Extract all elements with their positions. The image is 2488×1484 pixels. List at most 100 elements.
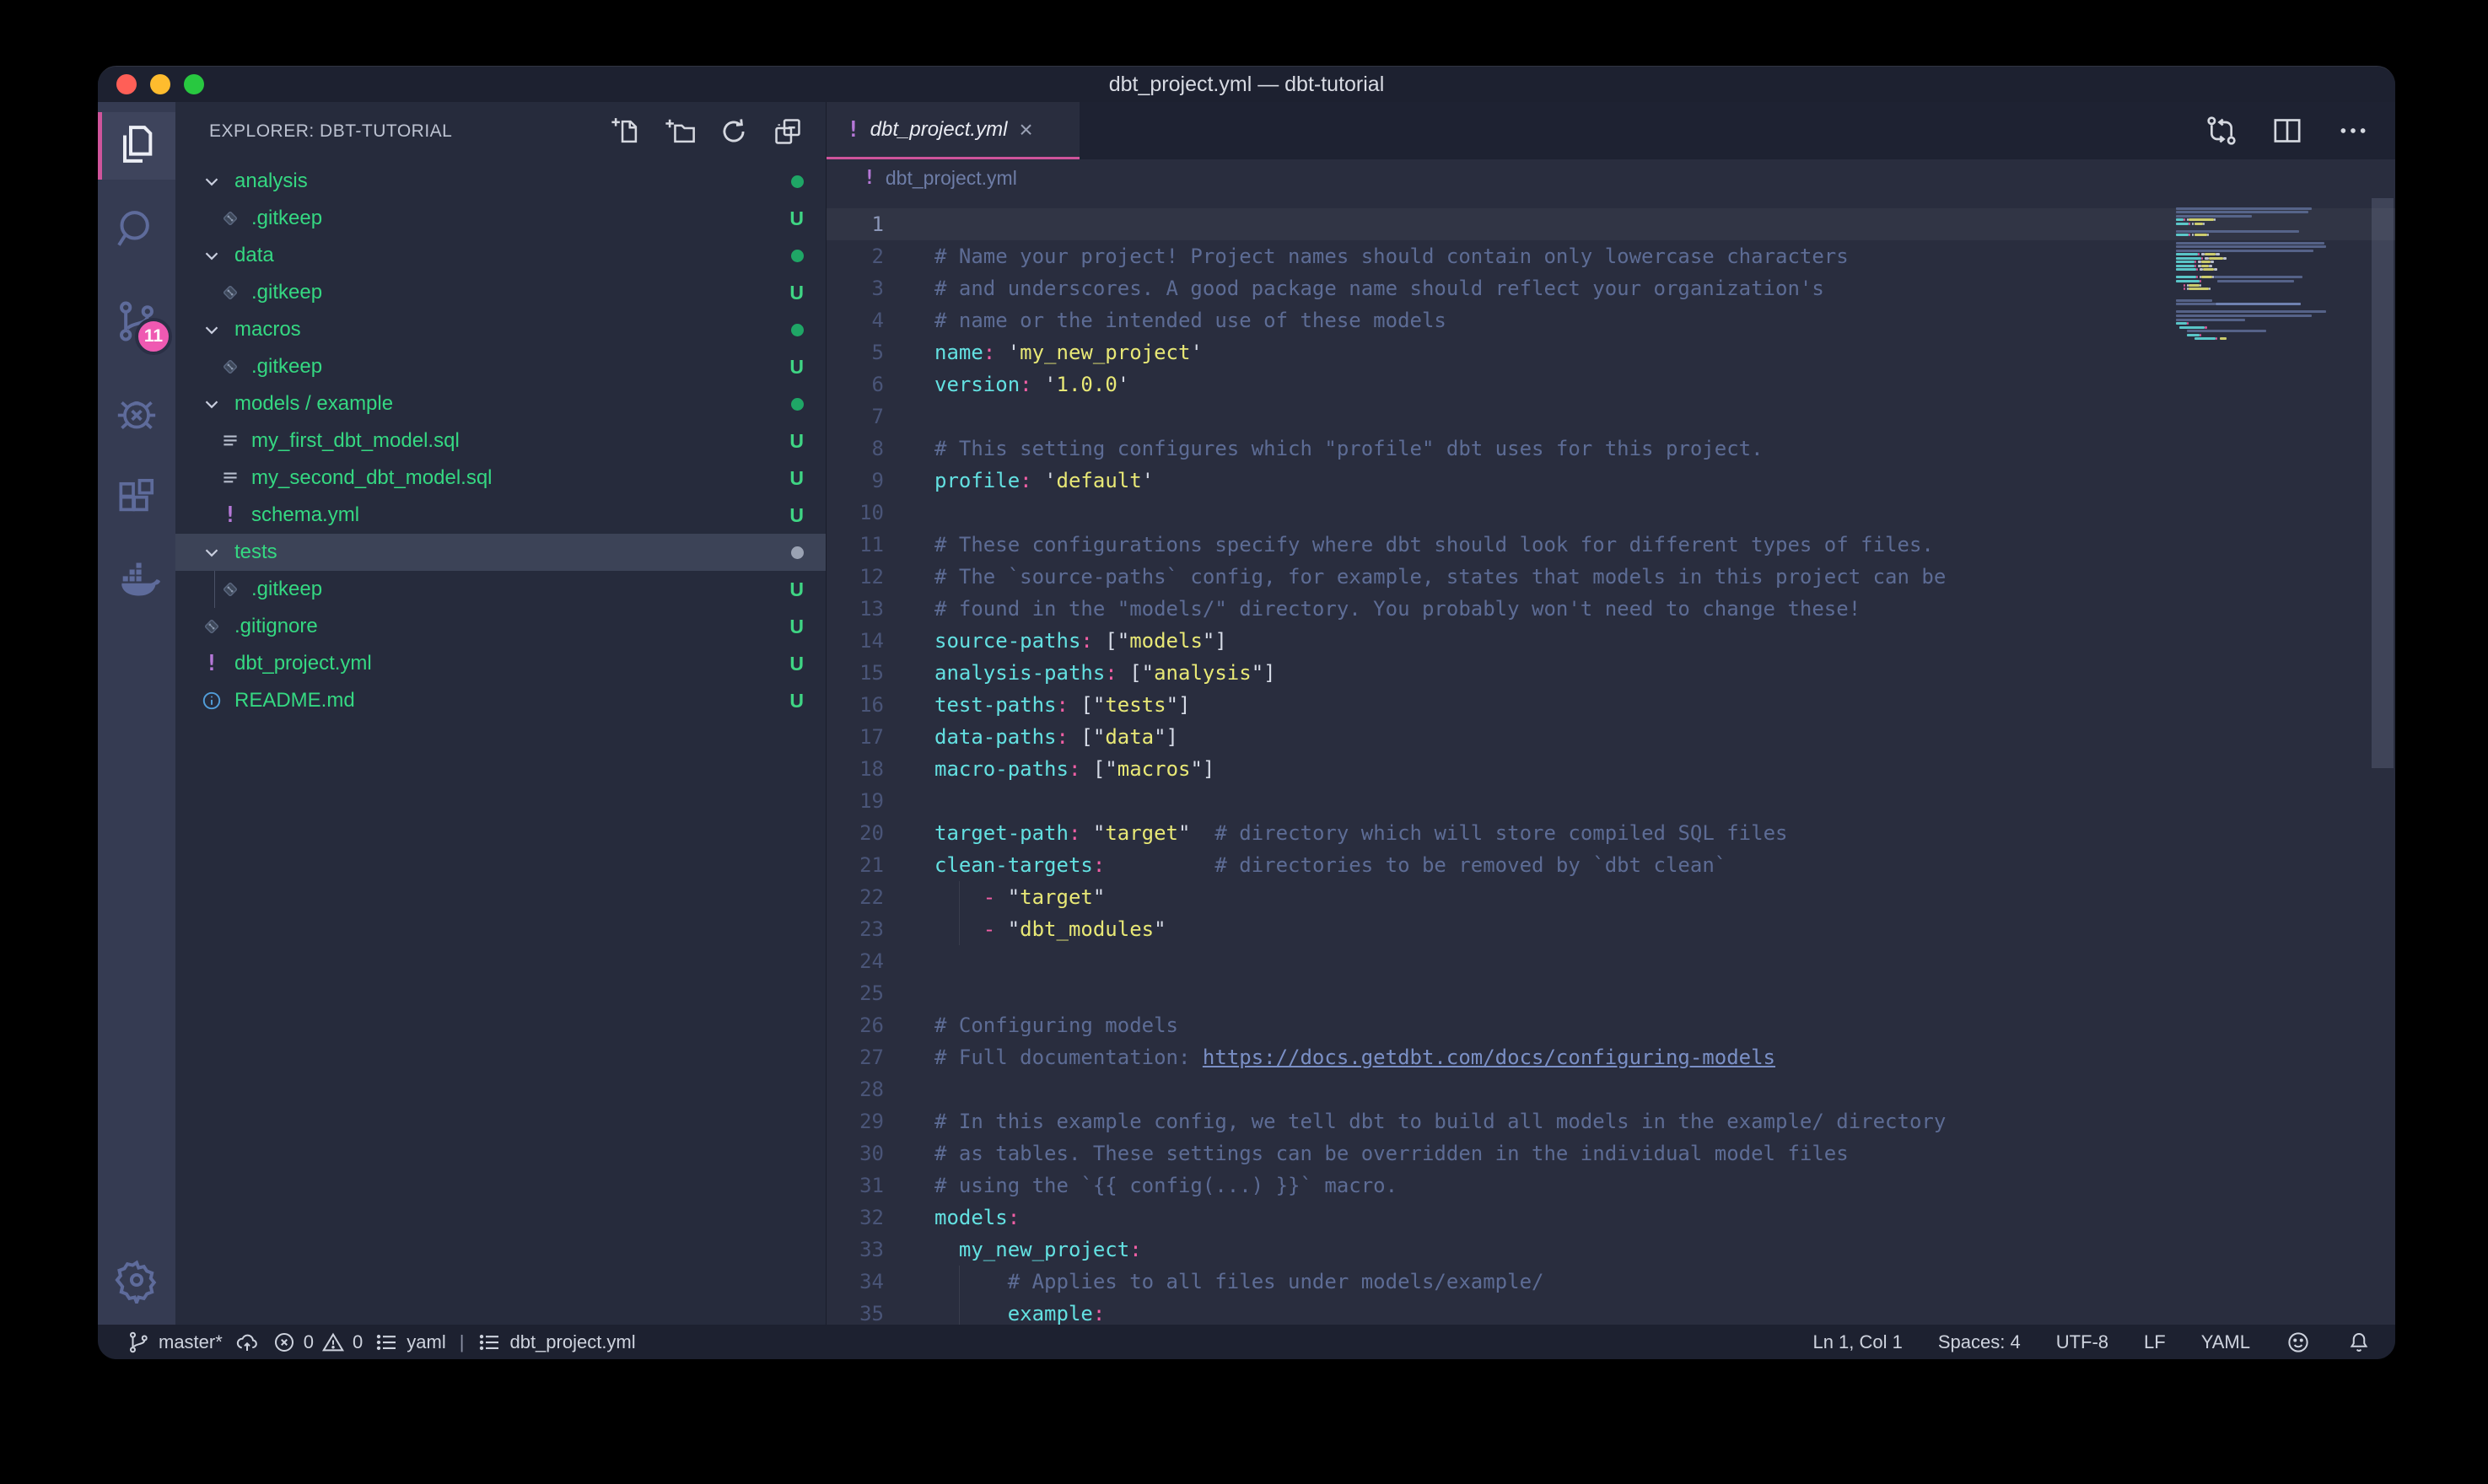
minimap[interactable] <box>2176 203 2355 1316</box>
line-number: 29 <box>827 1105 884 1137</box>
gear-icon <box>113 1256 160 1308</box>
line-number: 7 <box>827 401 884 433</box>
tree-file--gitignore[interactable]: .gitignoreU <box>175 608 826 645</box>
git-untracked-badge: U <box>789 616 804 638</box>
info-file-icon <box>201 690 223 712</box>
sql-file-icon <box>219 467 241 489</box>
eol-indicator[interactable]: LF <box>2144 1331 2166 1353</box>
tree-folder-analysis[interactable]: analysis <box>175 163 826 200</box>
tree-file-dbt-project-yml[interactable]: !dbt_project.ymlU <box>175 645 826 682</box>
file-schema-indicator[interactable]: dbt_project.yml <box>477 1330 635 1355</box>
tree-item-label: dbt_project.yml <box>234 652 789 675</box>
activity-item-extensions[interactable] <box>98 467 175 535</box>
line-number: 21 <box>827 849 884 881</box>
code-line: 16test-paths: ["tests"] <box>827 689 2395 721</box>
vertical-scrollbar[interactable] <box>2372 198 2394 768</box>
git-untracked-badge: U <box>789 467 804 490</box>
new-folder-button[interactable] <box>664 116 696 148</box>
tree-file--gitkeep[interactable]: .gitkeepU <box>175 571 826 608</box>
tree-folder-data[interactable]: data <box>175 237 826 274</box>
cursor-position[interactable]: Ln 1, Col 1 <box>1812 1331 1902 1353</box>
tree-folder-tests[interactable]: tests <box>175 534 826 571</box>
search-icon <box>113 206 160 257</box>
code-line: 15analysis-paths: ["analysis"] <box>827 657 2395 689</box>
tree-folder-models-example[interactable]: models / example <box>175 385 826 422</box>
tab-dbt-project-yml[interactable]: ! dbt_project.yml × <box>827 102 1080 159</box>
activity-bar: 11 <box>98 102 175 1325</box>
yaml-file-icon: ! <box>847 117 860 142</box>
code-line: 13# found in the "models/" directory. Yo… <box>827 593 2395 625</box>
code-line: 18macro-paths: ["macros"] <box>827 753 2395 785</box>
code-line: 8# This setting configures which "profil… <box>827 433 2395 465</box>
encoding-indicator[interactable]: UTF-8 <box>2056 1331 2108 1353</box>
code-line: 5name: 'my_new_project' <box>827 336 2395 368</box>
git-status-dot-badge <box>791 175 804 188</box>
line-number: 27 <box>827 1041 884 1073</box>
git-branch-icon <box>127 1330 152 1355</box>
git-untracked-badge: U <box>789 504 804 527</box>
line-number: 19 <box>827 785 884 817</box>
tree-file-readme-md[interactable]: README.mdU <box>175 682 826 719</box>
problems-indicator[interactable]: 0 0 <box>272 1330 364 1355</box>
tab-close-icon[interactable]: × <box>1019 116 1032 143</box>
code-line: 22 - "target" <box>827 881 2395 913</box>
language-mode[interactable]: YAML <box>2201 1331 2250 1353</box>
window-title: dbt_project.yml — dbt-tutorial <box>1109 73 1385 97</box>
line-number: 3 <box>827 272 884 304</box>
yaml-language-selector[interactable]: yaml <box>374 1330 445 1355</box>
tree-folder-macros[interactable]: macros <box>175 311 826 348</box>
tree-item-label: schema.yml <box>251 503 789 527</box>
tree-file-my-second-dbt-model-sql[interactable]: my_second_dbt_model.sqlU <box>175 460 826 497</box>
tree-file-schema-yml[interactable]: !schema.ymlU <box>175 497 826 534</box>
tree-file--gitkeep[interactable]: .gitkeepU <box>175 200 826 237</box>
explorer-sidebar: EXPLORER: DBT-TUTORIAL analysis.gitkeepU… <box>175 102 827 1325</box>
line-number: 11 <box>827 529 884 561</box>
activity-item-explorer[interactable] <box>98 112 175 180</box>
refresh-button[interactable] <box>718 116 750 148</box>
tree-file-my-first-dbt-model-sql[interactable]: my_first_dbt_model.sqlU <box>175 422 826 460</box>
line-number: 1 <box>827 208 884 240</box>
zoom-window-button[interactable] <box>184 74 204 94</box>
split-editor-icon[interactable] <box>2270 114 2304 148</box>
breadcrumb[interactable]: ! dbt_project.yml <box>827 159 2395 196</box>
code-lines: 12# Name your project! Project names sho… <box>827 196 2395 1325</box>
vscode-window: dbt_project.yml — dbt-tutorial 11 EXPLOR… <box>98 66 2395 1359</box>
indentation-indicator[interactable]: Spaces: 4 <box>1938 1331 2021 1353</box>
git-branch-indicator[interactable]: master* <box>127 1330 223 1355</box>
close-window-button[interactable] <box>116 74 137 94</box>
line-number: 30 <box>827 1137 884 1169</box>
minimize-window-button[interactable] <box>150 74 170 94</box>
file-tree: analysis.gitkeepUdata.gitkeepUmacros.git… <box>175 161 826 719</box>
open-changes-icon[interactable] <box>2205 114 2238 148</box>
activity-item-search[interactable] <box>98 197 175 265</box>
more-actions-icon[interactable] <box>2336 114 2370 148</box>
git-untracked-badge: U <box>789 690 804 712</box>
code-line: 23 - "dbt_modules" <box>827 913 2395 945</box>
sync-changes-button[interactable] <box>234 1330 260 1355</box>
git-untracked-badge: U <box>789 430 804 453</box>
activity-item-docker[interactable] <box>98 549 175 616</box>
activity-item-settings[interactable] <box>98 1248 175 1315</box>
activity-item-source-control[interactable]: 11 <box>98 289 175 357</box>
tree-file--gitkeep[interactable]: .gitkeepU <box>175 274 826 311</box>
collapse-folders-button[interactable] <box>772 116 804 148</box>
language-indicator-label: yaml <box>407 1331 445 1353</box>
code-line: 10 <box>827 497 2395 529</box>
line-number: 5 <box>827 336 884 368</box>
tree-item-label: .gitkeep <box>251 281 789 304</box>
docker-icon <box>113 557 160 609</box>
code-line: 14source-paths: ["models"] <box>827 625 2395 657</box>
new-file-button[interactable] <box>610 116 642 148</box>
notifications-bell-icon[interactable] <box>2346 1330 2372 1355</box>
code-line: 24 <box>827 945 2395 977</box>
activity-item-run-and-debug[interactable] <box>98 380 175 448</box>
code-editor[interactable]: 12# Name your project! Project names sho… <box>827 196 2395 1325</box>
yaml-file-icon: ! <box>864 167 875 189</box>
code-line: 32models: <box>827 1202 2395 1234</box>
line-number: 17 <box>827 721 884 753</box>
tree-file--gitkeep[interactable]: .gitkeepU <box>175 348 826 385</box>
feedback-smiley-icon[interactable] <box>2286 1330 2311 1355</box>
chevron-down-icon <box>201 170 223 192</box>
code-line: 6version: '1.0.0' <box>827 368 2395 401</box>
line-number: 26 <box>827 1009 884 1041</box>
